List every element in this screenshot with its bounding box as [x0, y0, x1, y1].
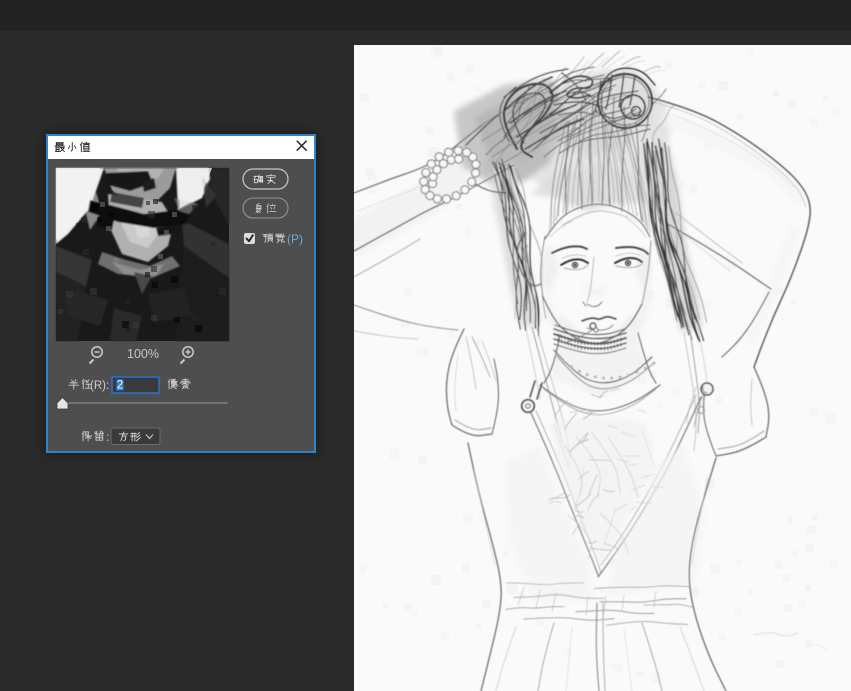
svg-text:100%: 100% [127, 347, 159, 361]
svg-text:2: 2 [117, 380, 123, 392]
svg-text:(P): (P) [287, 232, 303, 246]
svg-text::: : [106, 430, 109, 444]
svg-text:(R):: (R): [90, 380, 109, 392]
